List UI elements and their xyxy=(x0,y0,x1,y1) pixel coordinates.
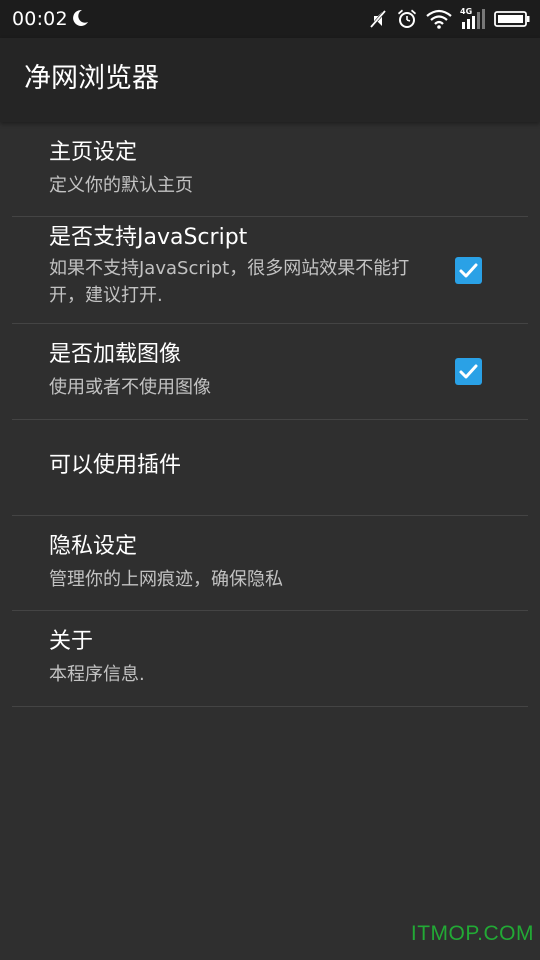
setting-about[interactable]: 关于 本程序信息. xyxy=(12,611,528,707)
setting-homepage[interactable]: 主页设定 定义你的默认主页 xyxy=(12,122,528,217)
mute-icon xyxy=(369,10,387,28)
setting-summary: 使用或者不使用图像 xyxy=(49,377,211,398)
setting-summary: 如果不支持JavaScript，很多网站效果不能打开，建议打开. xyxy=(49,258,410,306)
moon-icon xyxy=(73,9,88,26)
setting-summary: 管理你的上网痕迹，确保隐私 xyxy=(49,569,283,590)
check-icon xyxy=(459,364,478,379)
battery-icon xyxy=(494,11,530,27)
setting-load-images[interactable]: 是否加载图像 使用或者不使用图像 xyxy=(12,324,528,420)
status-icons: 4G xyxy=(368,7,530,31)
app-title: 净网浏览器 xyxy=(24,63,159,94)
status-time: 00:02 xyxy=(12,8,68,30)
check-icon xyxy=(459,263,478,278)
setting-title: 关于 xyxy=(49,629,94,654)
setting-privacy[interactable]: 隐私设定 管理你的上网痕迹，确保隐私 xyxy=(12,516,528,611)
signal-icon xyxy=(462,9,485,29)
app-bar: 净网浏览器 xyxy=(0,38,540,122)
watermark: ITMOP.COM xyxy=(410,922,534,945)
setting-summary: 本程序信息. xyxy=(49,664,145,685)
load-images-checkbox[interactable] xyxy=(455,358,482,385)
setting-title: 是否支持JavaScript xyxy=(49,225,248,250)
status-bar: 00:02 4G xyxy=(0,0,540,38)
setting-plugins[interactable]: 可以使用插件 xyxy=(12,420,528,516)
setting-title: 隐私设定 xyxy=(49,534,138,559)
setting-summary: 定义你的默认主页 xyxy=(49,175,193,196)
settings-list: 主页设定 定义你的默认主页 是否支持JavaScript 如果不支持JavaSc… xyxy=(12,122,528,707)
alarm-icon xyxy=(398,9,416,28)
signal-indicator: 4G xyxy=(460,7,486,30)
setting-title: 主页设定 xyxy=(49,140,138,165)
wifi-icon xyxy=(426,9,452,29)
setting-title: 可以使用插件 xyxy=(49,453,182,478)
javascript-checkbox[interactable] xyxy=(455,257,482,284)
setting-javascript[interactable]: 是否支持JavaScript 如果不支持JavaScript，很多网站效果不能打… xyxy=(12,217,528,324)
setting-title: 是否加载图像 xyxy=(49,342,182,367)
